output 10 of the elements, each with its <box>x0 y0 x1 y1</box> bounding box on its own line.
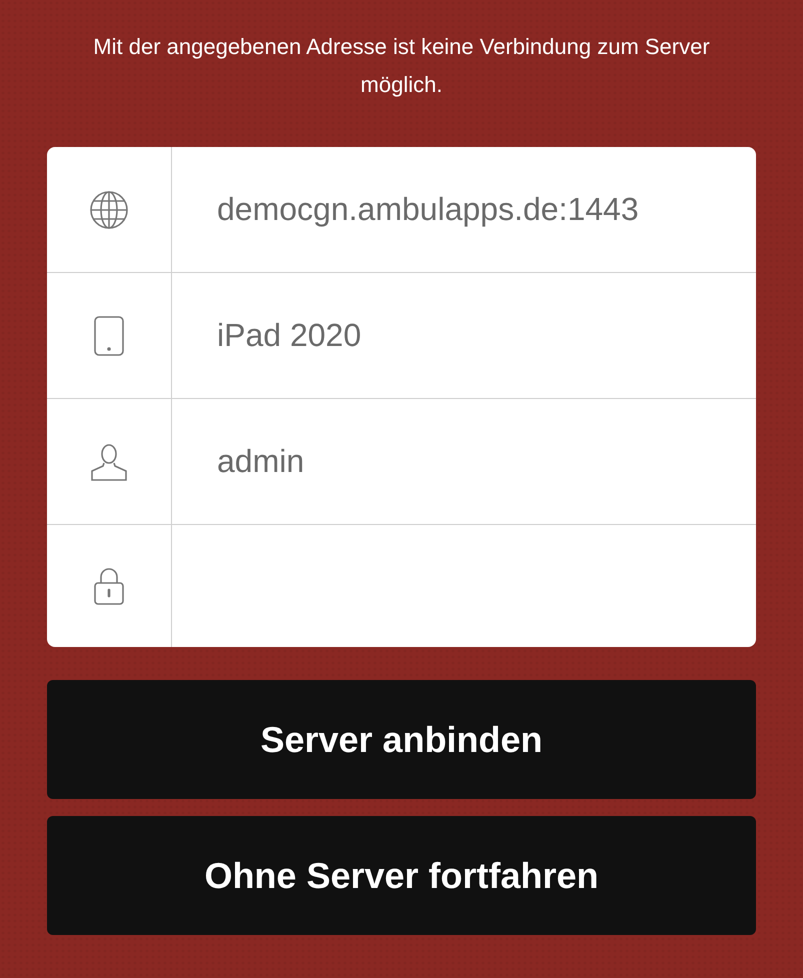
input-field[interactable]: admin <box>172 399 756 524</box>
tablet-icon <box>94 316 124 356</box>
error-message: Mit der angegebenen Adresse ist keine Verbindung zum Server möglich. <box>92 33 711 99</box>
user-icon <box>89 442 129 482</box>
input-field[interactable]: democgn.ambulapps.de:1443 <box>172 147 756 272</box>
globe-icon <box>89 190 129 230</box>
input-field[interactable]: iPad 2020 <box>172 273 756 398</box>
continue-without-server-button[interactable]: Ohne Server fortfahren <box>47 816 756 935</box>
connect-server-button[interactable]: Server anbinden <box>47 680 756 799</box>
lock-icon <box>93 566 125 606</box>
